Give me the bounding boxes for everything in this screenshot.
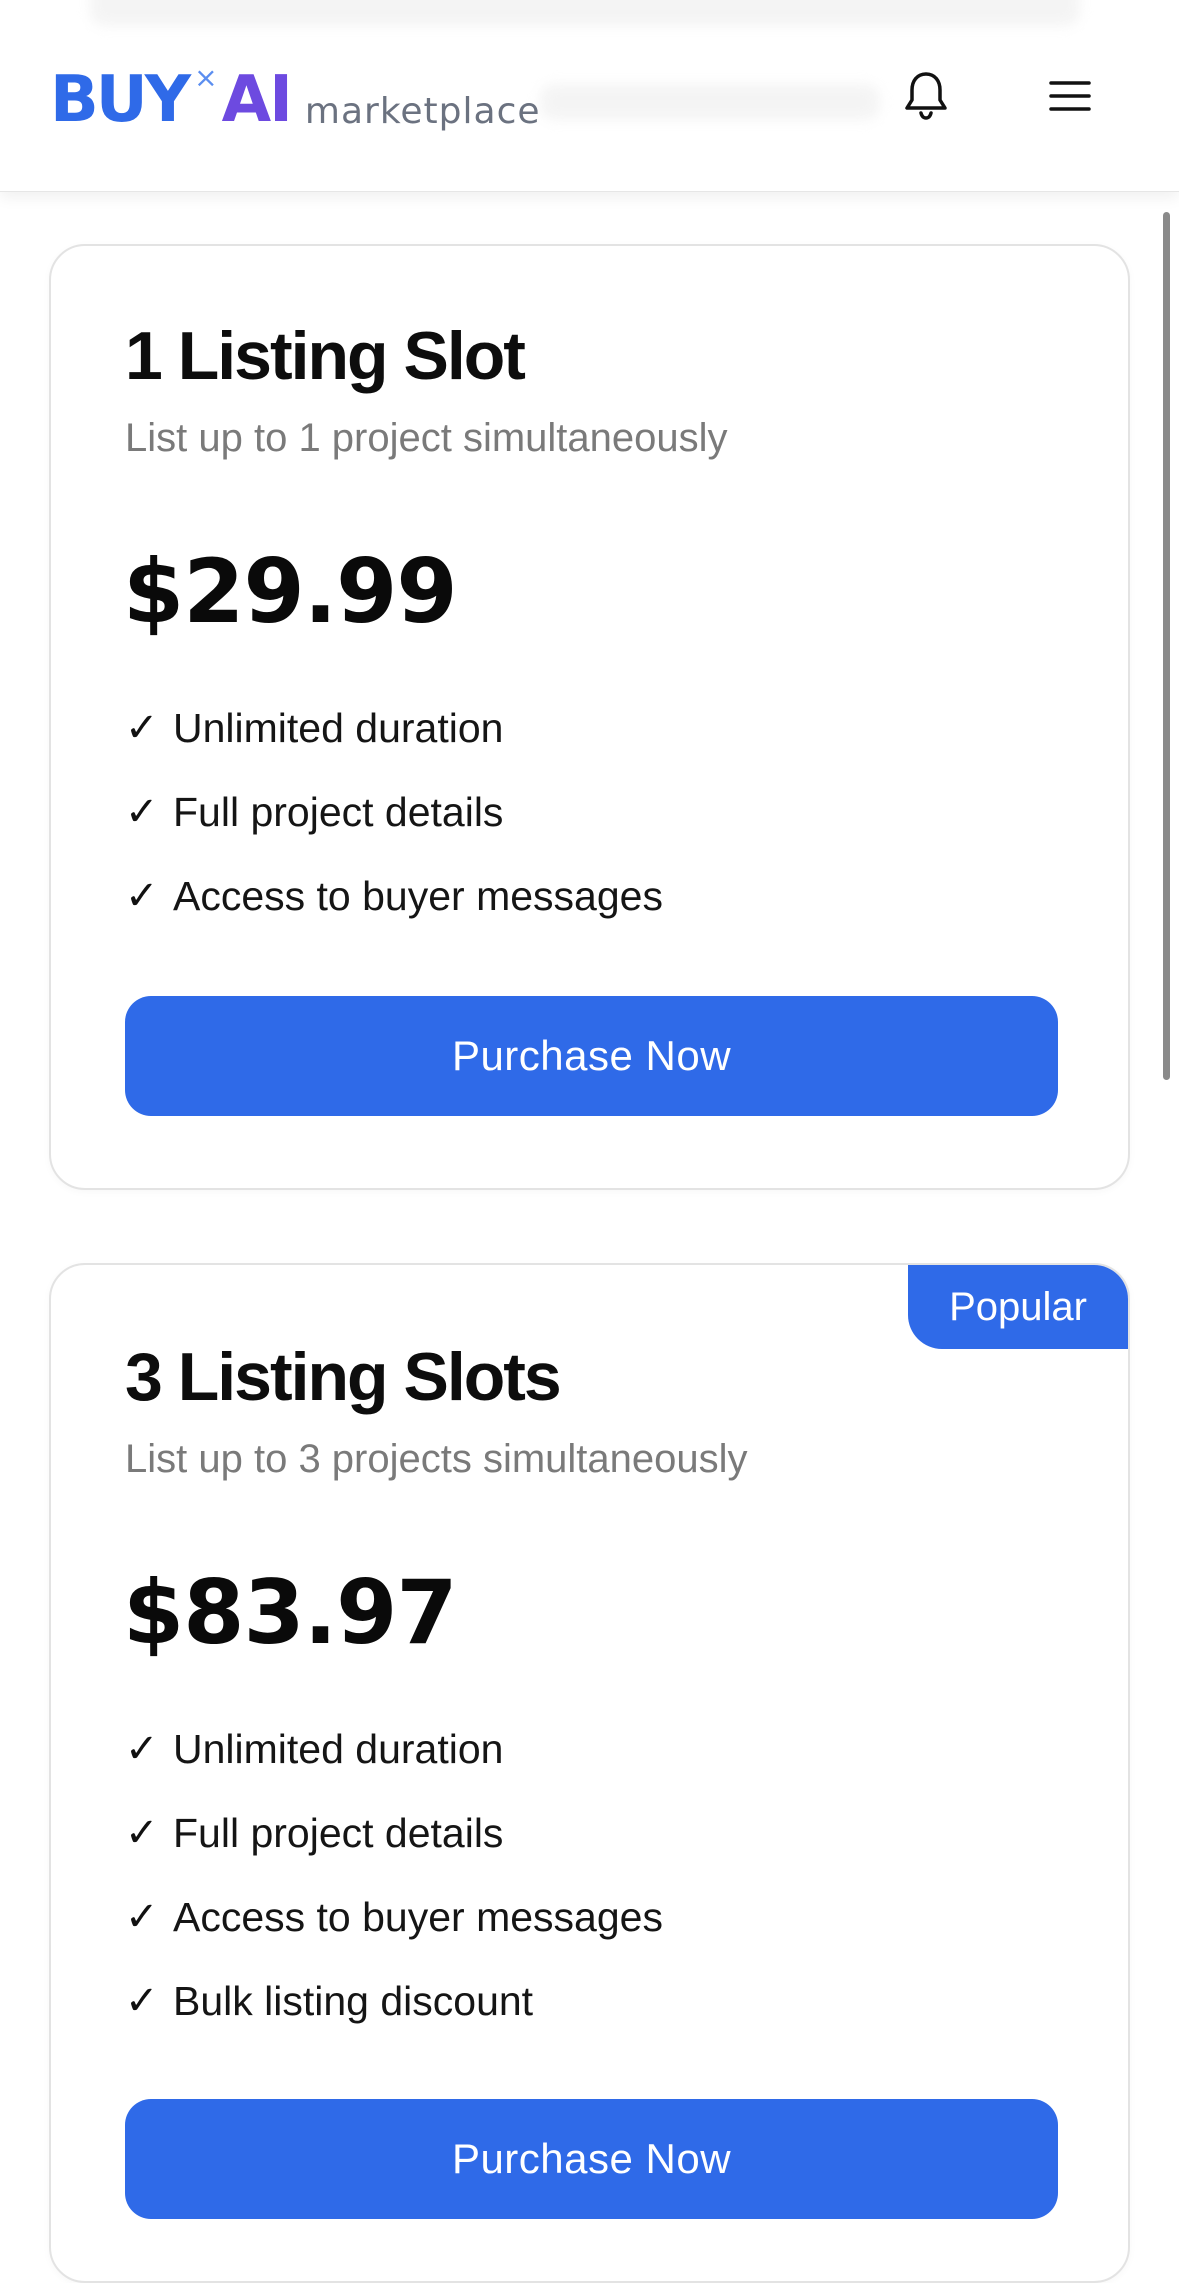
check-icon: ✓ [125,1979,159,2023]
plan-card-3-slots: Popular 3 Listing Slots List up to 3 pro… [49,1263,1130,2283]
check-icon: ✓ [125,706,159,750]
logo-ai-text: AI [221,63,293,137]
top-header: BUY × AI marketplace [0,0,1179,192]
logo-separator: × [194,61,218,94]
feature-label: Full project details [173,1809,504,1856]
check-icon: ✓ [125,874,159,918]
feature-label: Access to buyer messages [173,1893,663,1940]
plan-card-1-slot: 1 Listing Slot List up to 1 project simu… [49,244,1130,1190]
purchase-now-button[interactable]: Purchase Now [125,2099,1058,2219]
plan-feature-list: ✓ Unlimited duration ✓ Full project deta… [125,1707,663,2043]
feature-label: Unlimited duration [173,704,504,751]
check-icon: ✓ [125,1727,159,1771]
check-icon: ✓ [125,1895,159,1939]
feature-item: ✓ Unlimited duration [125,1707,663,1791]
feature-item: ✓ Access to buyer messages [125,854,663,938]
check-icon: ✓ [125,1811,159,1855]
plan-price: $83.97 [123,1561,458,1664]
check-icon: ✓ [125,790,159,834]
feature-label: Unlimited duration [173,1725,504,1772]
hamburger-menu-icon [1049,81,1091,111]
feature-label: Bulk listing discount [173,1977,534,2024]
page-scrollbar[interactable] [1163,212,1170,1080]
purchase-now-button[interactable]: Purchase Now [125,996,1058,1116]
plan-subtitle: List up to 1 project simultaneously [125,416,728,460]
brand-logo[interactable]: BUY × AI marketplace [50,52,541,137]
plan-subtitle: List up to 3 projects simultaneously [125,1437,748,1481]
plan-price: $29.99 [123,540,458,643]
popular-badge: Popular [908,1265,1128,1349]
main-menu-button[interactable] [1030,56,1110,136]
feature-item: ✓ Access to buyer messages [125,1875,663,1959]
feature-item: ✓ Bulk listing discount [125,1959,663,2043]
feature-label: Full project details [173,788,504,835]
logo-buy-text: BUY [50,63,191,137]
plan-title: 1 Listing Slot [125,318,526,394]
bell-icon [905,72,947,120]
logo-tagline: marketplace [304,91,541,132]
plan-title: 3 Listing Slots [125,1339,562,1415]
feature-label: Access to buyer messages [173,872,663,919]
plan-feature-list: ✓ Unlimited duration ✓ Full project deta… [125,686,663,938]
feature-item: ✓ Unlimited duration [125,686,663,770]
notifications-button[interactable] [886,56,966,136]
feature-item: ✓ Full project details [125,770,663,854]
feature-item: ✓ Full project details [125,1791,663,1875]
